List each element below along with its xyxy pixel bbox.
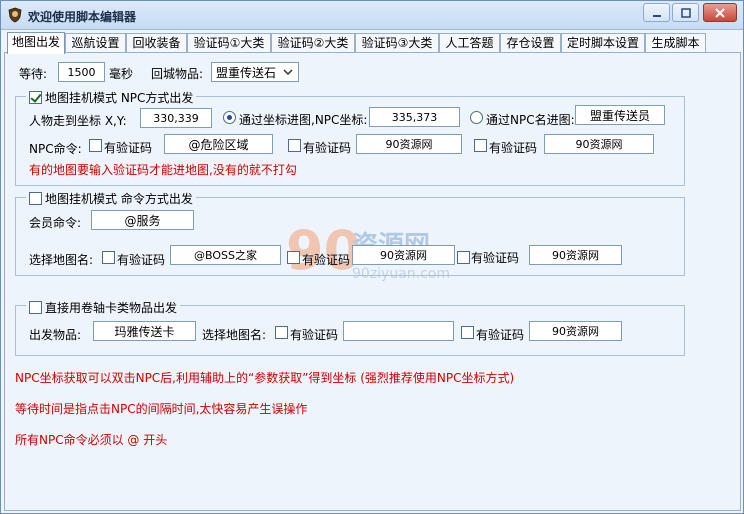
npc-verify2-checkbox[interactable] [288, 139, 301, 152]
note-wait-time: 等待时间是指点击NPC的间隔时间,太快容易产生误操作 [15, 402, 308, 416]
tab-captcha-2[interactable]: 验证码②大类 [271, 33, 355, 53]
npc-coord-input[interactable]: 335,373 [369, 107, 460, 127]
return-item-select[interactable]: 盟重传送石 [211, 62, 299, 82]
maximize-button[interactable] [672, 3, 699, 22]
tab-storage[interactable]: 存仓设置 [500, 33, 561, 53]
note-cmd-prefix: 所有NPC命令必须以 @ 开头 [15, 433, 168, 447]
scroll-mode-checkbox[interactable] [29, 301, 42, 314]
tab-captcha-3[interactable]: 验证码③大类 [355, 33, 439, 53]
tab-manual-answer[interactable]: 人工答题 [439, 33, 500, 53]
minimize-icon [652, 14, 661, 17]
scroll-verify2-input[interactable]: 90资源网 [529, 321, 622, 341]
item-label: 出发物品: [29, 328, 82, 342]
npc-mode-legend: 地图挂机模式 NPC方式出发 [26, 89, 197, 106]
cmd-mode-title: 地图挂机模式 命令方式出发 [45, 192, 193, 206]
npc-cmd-input[interactable]: @危险区域 [164, 134, 273, 154]
scroll-verify2-label: 有验证码 [476, 328, 525, 342]
wait-label: 等待: [19, 67, 48, 81]
npc-mode-checkbox[interactable] [29, 91, 42, 104]
cmd-verify-label: 有验证码 [117, 253, 166, 267]
maximize-icon [680, 7, 691, 18]
item-input[interactable]: 玛雅传送卡 [93, 321, 196, 341]
cmd-verify3-checkbox[interactable] [457, 251, 470, 264]
cmd-verify-checkbox[interactable] [102, 251, 115, 264]
member-cmd-input[interactable]: @服务 [91, 210, 194, 230]
tab-map-start[interactable]: 地图出发 [7, 32, 65, 54]
npc-verify2-label: 有验证码 [303, 141, 352, 155]
minimize-button[interactable] [643, 3, 670, 22]
chevron-down-icon [283, 69, 293, 76]
wait-unit: 毫秒 [109, 67, 134, 81]
cmd-verify2-label: 有验证码 [302, 253, 351, 267]
cmd-mode-checkbox[interactable] [29, 192, 42, 205]
npc-verify3-label: 有验证码 [489, 141, 538, 155]
close-button[interactable] [703, 3, 737, 22]
title-bar[interactable]: 欢迎使用脚本编辑器 [1, 1, 743, 30]
window-title: 欢迎使用脚本编辑器 [28, 10, 137, 24]
return-item-label: 回城物品: [151, 67, 204, 81]
npc-name-input[interactable]: 盟重传送员 [575, 105, 665, 125]
note-npc-coord: NPC坐标获取可以双击NPC后,利用辅助上的“参数获取”得到坐标 (强烈推荐使用… [15, 371, 515, 385]
npc-verify-checkbox[interactable] [89, 139, 102, 152]
cmd-verify3-input[interactable]: 90资源网 [529, 245, 622, 265]
via-coord-label: 通过坐标进图,NPC坐标: [239, 113, 368, 127]
scroll-verify2-checkbox[interactable] [461, 326, 474, 339]
wait-input[interactable]: 1500 [58, 62, 105, 82]
via-name-label: 通过NPC名进图: [486, 113, 575, 127]
return-item-value: 盟重传送石 [216, 65, 277, 80]
npc-cmd-label: NPC命令: [29, 142, 82, 156]
coord-label: 人物走到坐标 X,Y: [29, 114, 127, 128]
via-name-radio[interactable] [470, 111, 483, 124]
scroll-map-label: 选择地图名: [202, 328, 267, 342]
via-coord-radio[interactable] [223, 111, 236, 124]
scroll-mode-legend: 直接用卷轴卡类物品出发 [26, 299, 181, 316]
cmd-verify2-checkbox[interactable] [287, 251, 300, 264]
tab-captcha-1[interactable]: 验证码①大类 [187, 33, 271, 53]
close-icon [715, 7, 725, 18]
npc-verify3-checkbox[interactable] [474, 139, 487, 152]
app-window: 欢迎使用脚本编辑器 地图出发 巡航设置 回收装备 验证码①大类 验证码②大类 验… [0, 0, 744, 514]
tab-generate-script[interactable]: 生成脚本 [645, 33, 706, 53]
app-shield-icon [8, 7, 22, 23]
npc-mode-title: 地图挂机模式 NPC方式出发 [45, 91, 194, 105]
cmd-verify2-input[interactable]: 90资源网 [352, 245, 455, 265]
scroll-mode-title: 直接用卷轴卡类物品出发 [45, 301, 178, 315]
npc-verify2-input[interactable]: 90资源网 [356, 134, 462, 154]
cmd-map-label: 选择地图名: [29, 253, 94, 267]
member-cmd-label: 会员命令: [29, 216, 82, 230]
scroll-verify-checkbox[interactable] [275, 326, 288, 339]
npc-verify3-input[interactable]: 90资源网 [544, 134, 654, 154]
npc-note: 有的地图要输入验证码才能进地图,没有的就不打勾 [29, 163, 297, 177]
cmd-verify3-label: 有验证码 [471, 251, 520, 265]
tab-cruise[interactable]: 巡航设置 [65, 33, 126, 53]
tab-recycle[interactable]: 回收装备 [126, 33, 187, 53]
cmd-map-input[interactable]: @BOSS之家 [170, 245, 281, 265]
npc-verify-label: 有验证码 [104, 141, 153, 155]
coord-input[interactable]: 330,339 [140, 108, 212, 128]
cmd-mode-legend: 地图挂机模式 命令方式出发 [26, 190, 196, 207]
scroll-verify-label: 有验证码 [290, 328, 339, 342]
tab-timer-script[interactable]: 定时脚本设置 [561, 33, 645, 53]
scroll-map-input[interactable] [343, 321, 454, 341]
